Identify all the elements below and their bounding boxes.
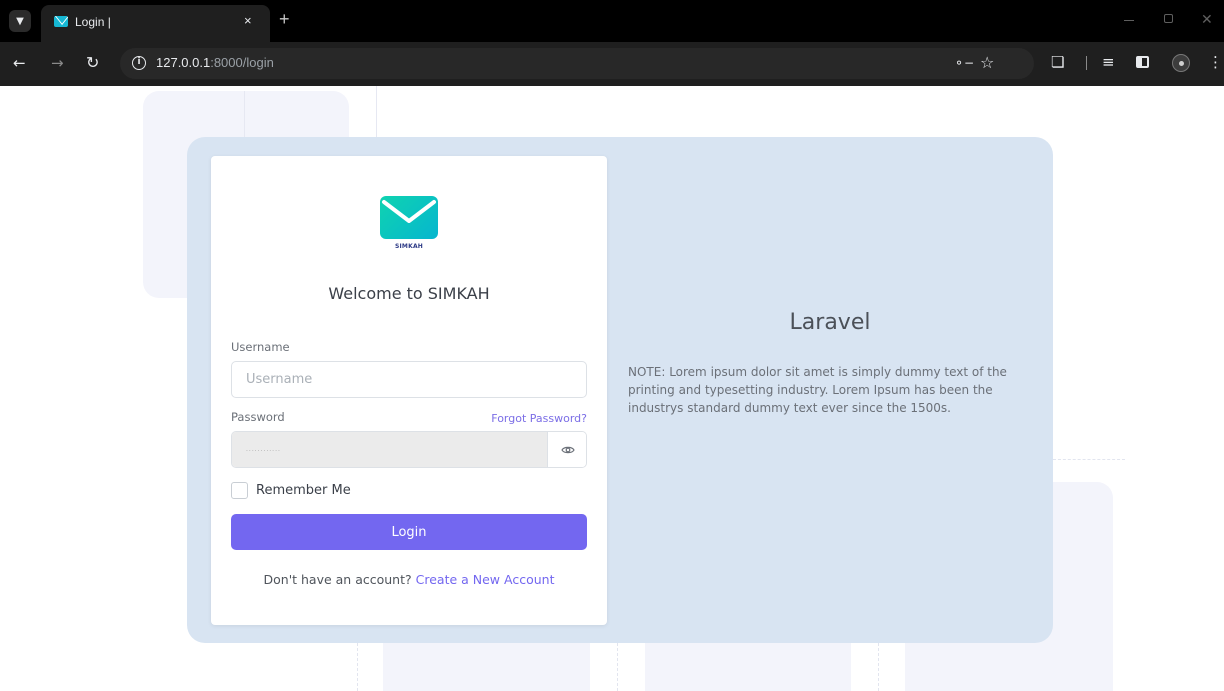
password-input[interactable]: ............ xyxy=(232,432,547,467)
page-viewport: SIMKAH Welcome to SIMKAH Username Passwo… xyxy=(0,86,1224,691)
forward-button[interactable]: → xyxy=(51,54,64,72)
background-decoration xyxy=(357,643,358,691)
minimize-window-button[interactable] xyxy=(1124,20,1134,21)
puzzle-icon[interactable]: ❏ xyxy=(1051,53,1064,71)
remember-me-label[interactable]: Remember Me xyxy=(256,483,351,498)
url-host: 127.0.0.1 xyxy=(156,55,211,70)
side-title: Laravel xyxy=(789,310,871,335)
login-button[interactable]: Login xyxy=(231,514,587,550)
remember-me-checkbox[interactable] xyxy=(231,482,248,499)
password-label: Password xyxy=(231,410,285,424)
tab-search-button[interactable]: ▼ xyxy=(9,10,31,32)
close-window-button[interactable]: ✕ xyxy=(1201,11,1213,28)
browser-toolbar: ← → ↻ i 127.0.0.1:8000/login ⚬− ☆ ❏ ≡ ⋮ xyxy=(0,42,1224,86)
toolbar-separator xyxy=(1086,56,1087,70)
new-tab-button[interactable]: + xyxy=(279,9,290,29)
logo-text: SIMKAH xyxy=(394,243,424,250)
forgot-password-link[interactable]: Forgot Password? xyxy=(491,412,587,425)
browser-tabbar: ▼ Login | × + ✕ xyxy=(0,0,1224,42)
create-account-link[interactable]: Create a New Account xyxy=(416,572,555,587)
login-card: SIMKAH Welcome to SIMKAH Username Passwo… xyxy=(211,156,607,625)
queue-icon[interactable]: ≡ xyxy=(1102,53,1115,71)
username-label: Username xyxy=(231,340,290,354)
welcome-heading: Welcome to SIMKAH xyxy=(328,284,490,303)
username-input[interactable] xyxy=(231,361,587,398)
simkah-logo: SIMKAH xyxy=(378,194,440,256)
side-panel-icon[interactable] xyxy=(1136,56,1149,68)
background-decoration xyxy=(1053,459,1125,460)
address-bar[interactable]: i 127.0.0.1:8000/login ⚬− ☆ xyxy=(120,48,1034,79)
info-icon[interactable]: i xyxy=(132,56,146,70)
remember-me[interactable]: Remember Me xyxy=(231,482,431,500)
chevron-down-icon: ▼ xyxy=(16,15,24,27)
restore-window-button[interactable] xyxy=(1164,14,1173,23)
key-icon[interactable]: ⚬− xyxy=(954,56,974,70)
toggle-password-button[interactable] xyxy=(547,432,586,467)
url-path: :8000/login xyxy=(210,55,274,70)
signup-prompt: Don't have an account? Create a New Acco… xyxy=(211,572,607,587)
back-button[interactable]: ← xyxy=(13,54,26,72)
signup-prompt-text: Don't have an account? xyxy=(263,572,412,587)
eye-icon xyxy=(560,446,575,453)
star-icon[interactable]: ☆ xyxy=(980,53,994,72)
reload-button[interactable]: ↻ xyxy=(86,54,99,72)
side-note: NOTE: Lorem ipsum dolor sit amet is simp… xyxy=(628,365,1007,415)
more-vert-icon[interactable]: ⋮ xyxy=(1208,53,1223,71)
background-decoration xyxy=(878,643,879,691)
browser-tab-login[interactable]: Login | × xyxy=(41,5,270,42)
profile-icon[interactable] xyxy=(1172,54,1190,72)
url-text[interactable]: 127.0.0.1:8000/login xyxy=(156,55,274,70)
envelope-icon xyxy=(380,196,438,239)
background-decoration xyxy=(617,643,618,691)
tab-title: Login | xyxy=(75,15,111,29)
password-field: ............ xyxy=(231,431,587,468)
close-tab-button[interactable]: × xyxy=(244,13,252,28)
envelope-icon xyxy=(54,16,68,27)
